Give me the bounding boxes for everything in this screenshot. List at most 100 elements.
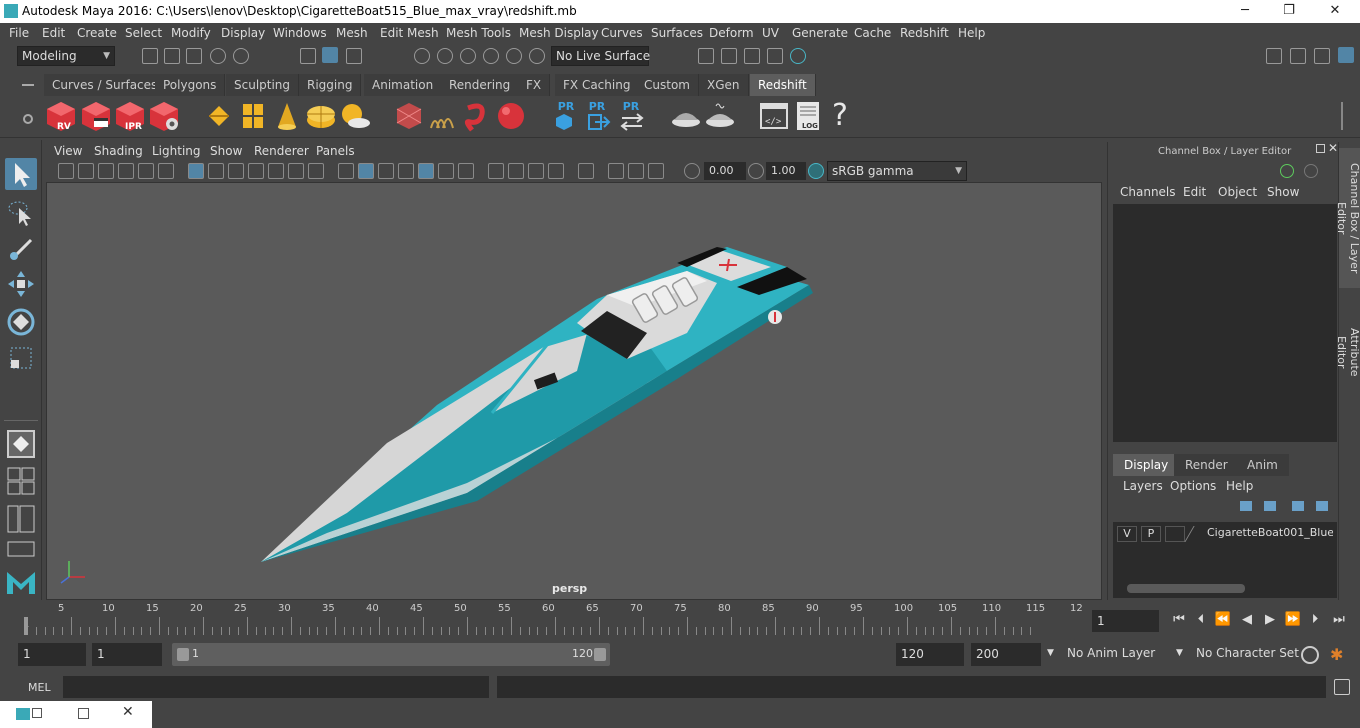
film-gate-icon[interactable] xyxy=(208,163,224,179)
shadows-icon[interactable] xyxy=(438,163,454,179)
render-view-icon[interactable] xyxy=(698,48,714,64)
menu-redshift[interactable]: Redshift xyxy=(900,26,949,40)
redshift-log-icon[interactable]: LOG xyxy=(792,100,824,132)
graph-layout-button[interactable] xyxy=(5,540,37,558)
redshift-curve-icon[interactable] xyxy=(462,100,494,132)
minimize-button[interactable]: ─ xyxy=(1230,2,1260,20)
play-forwards-icon[interactable]: ▶ xyxy=(1261,611,1279,629)
render-frame-icon[interactable] xyxy=(721,48,737,64)
redshift-render-settings-icon[interactable] xyxy=(148,100,180,132)
open-scene-icon[interactable] xyxy=(164,48,180,64)
toggle-channel-box-icon[interactable] xyxy=(1338,47,1354,63)
wireframe-on-shaded-icon[interactable] xyxy=(378,163,394,179)
new-scene-icon[interactable] xyxy=(142,48,158,64)
textured-icon[interactable] xyxy=(398,163,414,179)
menu-modify[interactable]: Modify xyxy=(171,26,211,40)
snap-grid-icon[interactable] xyxy=(414,48,430,64)
safe-action-icon[interactable] xyxy=(288,163,304,179)
move-tool[interactable] xyxy=(5,268,37,300)
menu-create[interactable]: Create xyxy=(77,26,117,40)
script-editor-button-icon[interactable] xyxy=(1334,679,1350,695)
layer-visibility-toggle[interactable]: V xyxy=(1117,526,1137,542)
time-slider[interactable]: 1510152025303540455055606570758085909510… xyxy=(18,603,1086,635)
close-panel-icon[interactable]: ✕ xyxy=(1328,141,1338,155)
menu-edit-mesh[interactable]: Edit Mesh xyxy=(380,26,439,40)
shelf-menu-icon[interactable] xyxy=(22,84,34,86)
safe-title-icon[interactable] xyxy=(308,163,324,179)
layer-menu-options[interactable]: Options xyxy=(1170,479,1216,493)
close-button[interactable]: ✕ xyxy=(1320,2,1350,20)
menu-select[interactable]: Select xyxy=(125,26,162,40)
render-settings-icon[interactable] xyxy=(767,48,783,64)
layer-menu-help[interactable]: Help xyxy=(1226,479,1253,493)
resolution-gate-icon[interactable] xyxy=(228,163,244,179)
shelf-settings-icon[interactable] xyxy=(23,114,33,124)
go-to-start-icon[interactable]: ⏮ xyxy=(1170,611,1188,629)
tab-polygons[interactable]: Polygons xyxy=(155,74,226,96)
isolate-select-icon[interactable] xyxy=(548,163,564,179)
playback-start-field[interactable]: 1 xyxy=(92,643,162,666)
select-object-icon[interactable] xyxy=(322,47,338,63)
maya-logo-button[interactable] xyxy=(5,566,37,598)
depth-of-field-icon[interactable] xyxy=(528,163,544,179)
vp-menu-show[interactable]: Show xyxy=(210,144,242,158)
redshift-proxy-icon[interactable] xyxy=(203,100,235,132)
image-plane-icon[interactable] xyxy=(118,163,134,179)
menu-uv[interactable]: UV xyxy=(762,26,779,40)
animation-start-field[interactable]: 1 xyxy=(18,643,86,666)
menu-cache[interactable]: Cache xyxy=(854,26,891,40)
layer-menu-layers[interactable]: Layers xyxy=(1123,479,1163,493)
go-to-end-icon[interactable]: ⏭ xyxy=(1330,611,1348,629)
current-time-field[interactable]: 1 xyxy=(1092,610,1159,632)
animation-end-field[interactable]: 200 xyxy=(971,643,1041,666)
undo-icon[interactable] xyxy=(210,48,226,64)
snap-point-icon[interactable] xyxy=(460,48,476,64)
pr-proxy-export-icon[interactable] xyxy=(550,112,578,132)
tab-anim[interactable]: Anim xyxy=(1236,454,1289,476)
character-set-dropdown[interactable]: ▼ No Character Set xyxy=(1174,643,1299,666)
paint-select-tool[interactable] xyxy=(5,232,37,264)
bookmark-icon[interactable] xyxy=(98,163,114,179)
menu-file[interactable]: File xyxy=(9,26,29,40)
toggle-attribute-editor-icon[interactable] xyxy=(1314,48,1330,64)
redshift-instancer-icon[interactable] xyxy=(237,100,269,132)
menu-help[interactable]: Help xyxy=(958,26,985,40)
redshift-ipr-icon[interactable]: IPR xyxy=(114,100,146,132)
redshift-dome-light-icon[interactable] xyxy=(305,100,337,132)
xray-icon[interactable] xyxy=(578,163,594,179)
boat-model[interactable] xyxy=(47,183,1102,600)
playback-end-field[interactable]: 120 xyxy=(896,643,964,666)
redshift-hair-icon[interactable] xyxy=(427,100,459,132)
script-editor-icon[interactable]: </> xyxy=(758,100,790,132)
snap-surface-icon[interactable] xyxy=(506,48,522,64)
2d-pan-zoom-icon[interactable] xyxy=(138,163,154,179)
camera-select-icon[interactable] xyxy=(58,163,74,179)
gate-mask-icon[interactable] xyxy=(248,163,264,179)
tab-display[interactable]: Display xyxy=(1113,454,1180,476)
menu-windows[interactable]: Windows xyxy=(273,26,327,40)
layer-display-type[interactable] xyxy=(1165,526,1185,542)
toggle-icon-1[interactable] xyxy=(1280,164,1294,178)
redshift-sun-sky-icon[interactable] xyxy=(339,100,371,132)
snap-view-icon[interactable] xyxy=(483,48,499,64)
motion-blur-icon[interactable] xyxy=(488,163,504,179)
redshift-batch-render-icon[interactable] xyxy=(80,100,112,132)
layer-playback-toggle[interactable]: P xyxy=(1141,526,1161,542)
cb-menu-object[interactable]: Object xyxy=(1218,185,1257,199)
field-chart-icon[interactable] xyxy=(268,163,284,179)
xray-joints-icon[interactable] xyxy=(608,163,624,179)
redshift-material-icon[interactable] xyxy=(670,100,702,132)
redshift-sphere-icon[interactable] xyxy=(495,100,527,132)
hypershade-icon[interactable] xyxy=(790,48,806,64)
step-back-frame-icon[interactable]: ⏴ xyxy=(1192,611,1210,629)
step-forward-key-icon[interactable]: ⏩ xyxy=(1284,611,1302,629)
menu-edit[interactable]: Edit xyxy=(42,26,65,40)
vp-menu-shading[interactable]: Shading xyxy=(94,144,143,158)
cb-menu-edit[interactable]: Edit xyxy=(1183,185,1206,199)
layer-color-icon[interactable] xyxy=(1184,526,1208,542)
tab-rendering[interactable]: Rendering xyxy=(441,74,520,96)
tab-fx-caching[interactable]: FX Caching xyxy=(555,74,640,96)
command-language-label[interactable]: MEL xyxy=(28,681,51,694)
snap-vertex-icon[interactable] xyxy=(529,48,545,64)
tab-fx[interactable]: FX xyxy=(518,74,551,96)
